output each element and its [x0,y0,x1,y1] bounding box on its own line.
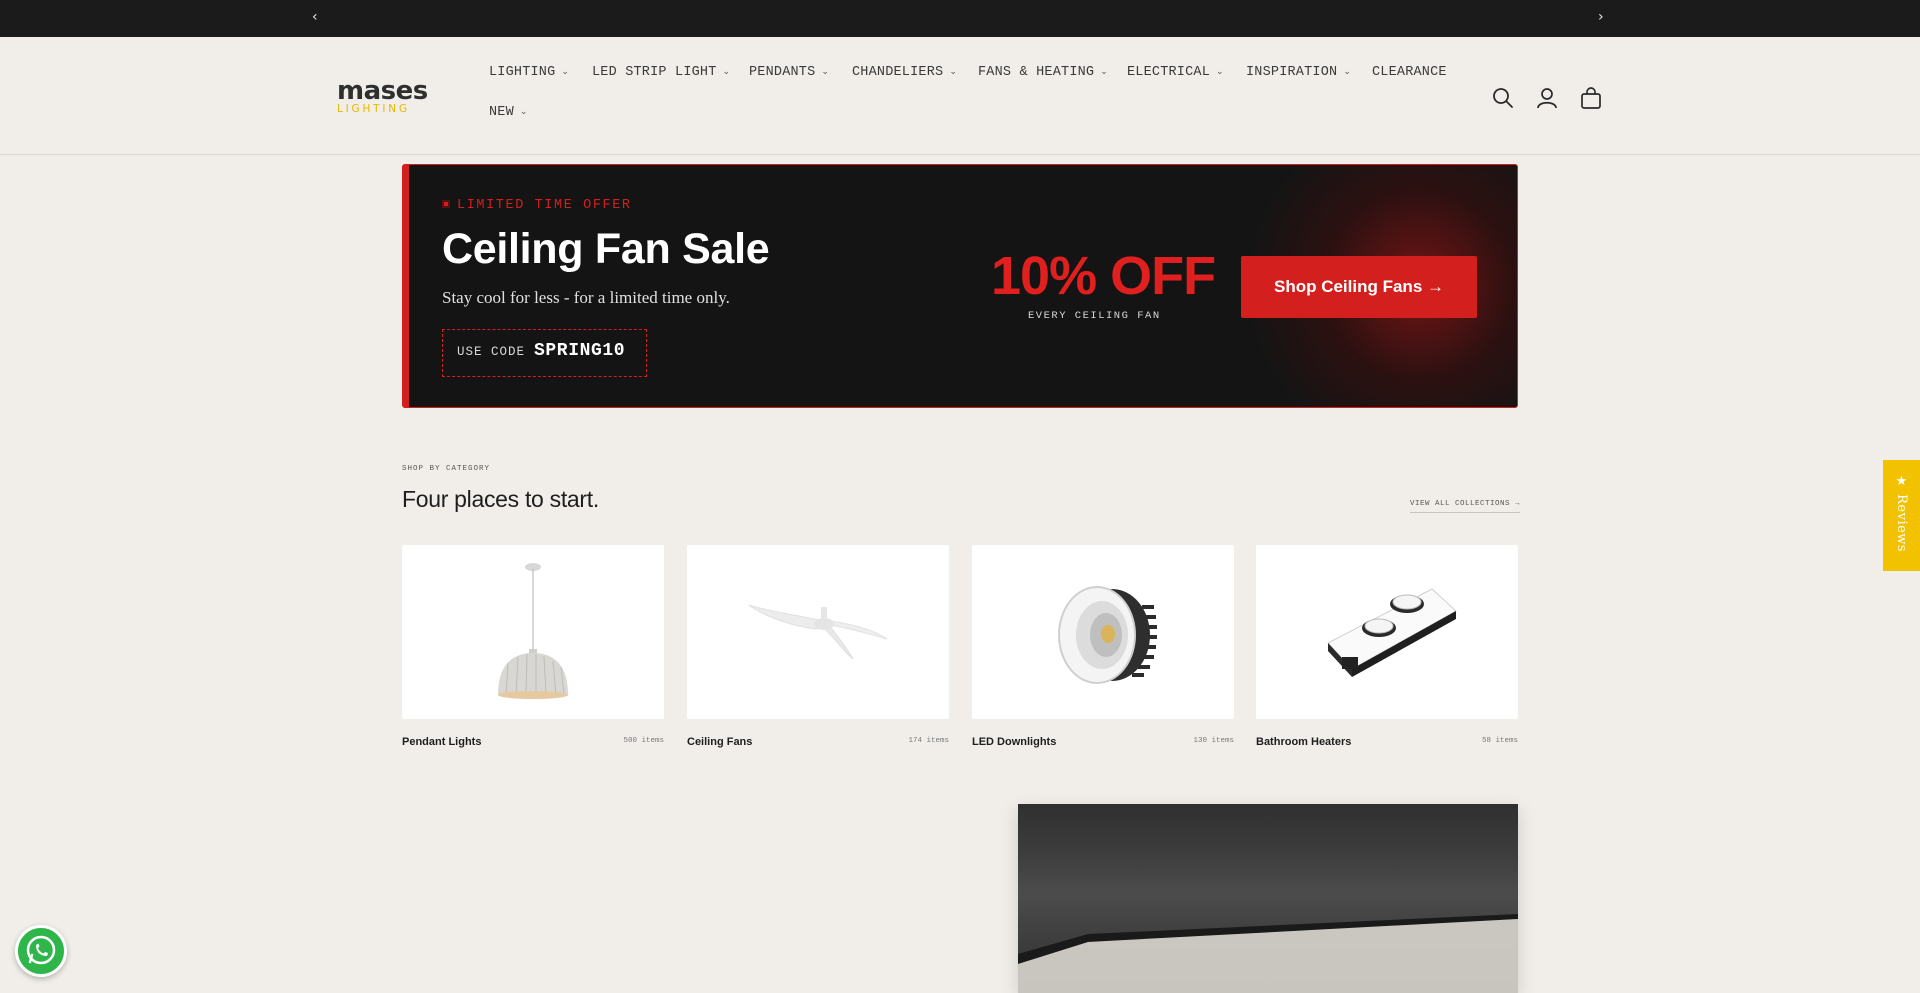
nav-item-pendants[interactable]: PENDANTS ⌄ [749,65,829,80]
promo-code-label: USE CODE [457,345,526,359]
ceiling-fan-image [687,545,949,719]
promo-discount: 10% OFF [991,246,1216,306]
logo[interactable]: mases LIGHTING [337,76,428,115]
shop-ceiling-fans-button[interactable]: Shop Ceiling Fans → [1241,256,1477,318]
pendant-light-image [402,545,664,719]
category-name: Ceiling Fans [687,736,753,748]
chevron-down-icon: ⌄ [1343,67,1352,77]
promo-title: Ceiling Fan Sale [442,225,770,273]
site-header: mases LIGHTING LIGHTING ⌄ LED STRIP LIGHT… [0,37,1920,155]
cart-icon[interactable] [1578,85,1604,111]
promo-subtitle: Stay cool for less - for a limited time … [442,288,730,307]
feature-image [1018,804,1518,993]
category-count: 58 items [1481,737,1518,745]
logo-word: mases [337,76,428,106]
promo-banner: LIMITED TIME OFFER Ceiling Fan Sale Stay… [402,164,1518,408]
promo-code: SPRING10 [534,341,626,361]
chevron-left-icon[interactable]: ‹ [312,9,318,25]
view-all-collections-link[interactable]: VIEW ALL COLLECTIONS → [1410,500,1521,513]
category-name: Bathroom Heaters [1256,736,1352,748]
category-name: LED Downlights [972,736,1057,748]
reviews-tab[interactable]: ★ Reviews [1883,460,1920,571]
nav-item-new[interactable]: NEW ⌄ [489,105,528,120]
promo-eyebrow: LIMITED TIME OFFER [442,198,632,213]
chevron-down-icon: ⌄ [1100,67,1108,77]
category-card-pendant-lights[interactable]: Pendant Lights 500 items [402,545,664,748]
nav-item-inspiration[interactable]: INSPIRATION ⌄ [1246,65,1351,80]
announcement-bar: ‹ › [0,0,1920,37]
nav-item-lighting[interactable]: LIGHTING ⌄ [489,65,569,80]
chevron-down-icon: ⌄ [1216,67,1224,77]
chevron-down-icon: ⌄ [722,67,731,77]
category-card-led-downlights[interactable]: LED Downlights 130 items [972,545,1234,748]
promo-code-box: USE CODE SPRING10 [442,329,647,377]
nav-item-clearance[interactable]: CLEARANCE [1372,65,1447,80]
whatsapp-icon[interactable] [15,925,67,977]
category-count: 500 items [623,737,664,745]
bathroom-heater-image [1256,545,1518,719]
nav-item-chandeliers[interactable]: CHANDELIERS ⌄ [852,65,957,80]
account-icon[interactable] [1534,85,1560,111]
category-count: 130 items [1193,737,1234,745]
chevron-down-icon: ⌄ [561,67,570,77]
category-count: 174 items [908,737,949,745]
nav-item-electrical[interactable]: ELECTRICAL ⌄ [1127,65,1224,80]
category-card-ceiling-fans[interactable]: Ceiling Fans 174 items [687,545,949,748]
nav-item-fans-heating[interactable]: FANS & HEATING ⌄ [978,65,1108,80]
reviews-label: ★ Reviews [1894,474,1909,553]
category-card-bathroom-heaters[interactable]: Bathroom Heaters 58 items [1256,545,1518,748]
categories-eyebrow: SHOP BY CATEGORY [402,465,491,473]
chevron-down-icon: ⌄ [821,67,830,77]
pulse-dot-icon [442,200,450,208]
chevron-down-icon: ⌄ [519,107,528,117]
chevron-down-icon: ⌄ [949,67,958,77]
nav-item-led-strip-light[interactable]: LED STRIP LIGHT ⌄ [592,65,730,80]
search-icon[interactable] [1490,85,1516,111]
chevron-right-icon[interactable]: › [1598,9,1604,25]
categories-title: Four places to start. [402,486,599,512]
promo-discount-sub: EVERY CEILING FAN [1028,310,1161,322]
led-downlight-image [972,545,1234,719]
category-name: Pendant Lights [402,736,482,748]
